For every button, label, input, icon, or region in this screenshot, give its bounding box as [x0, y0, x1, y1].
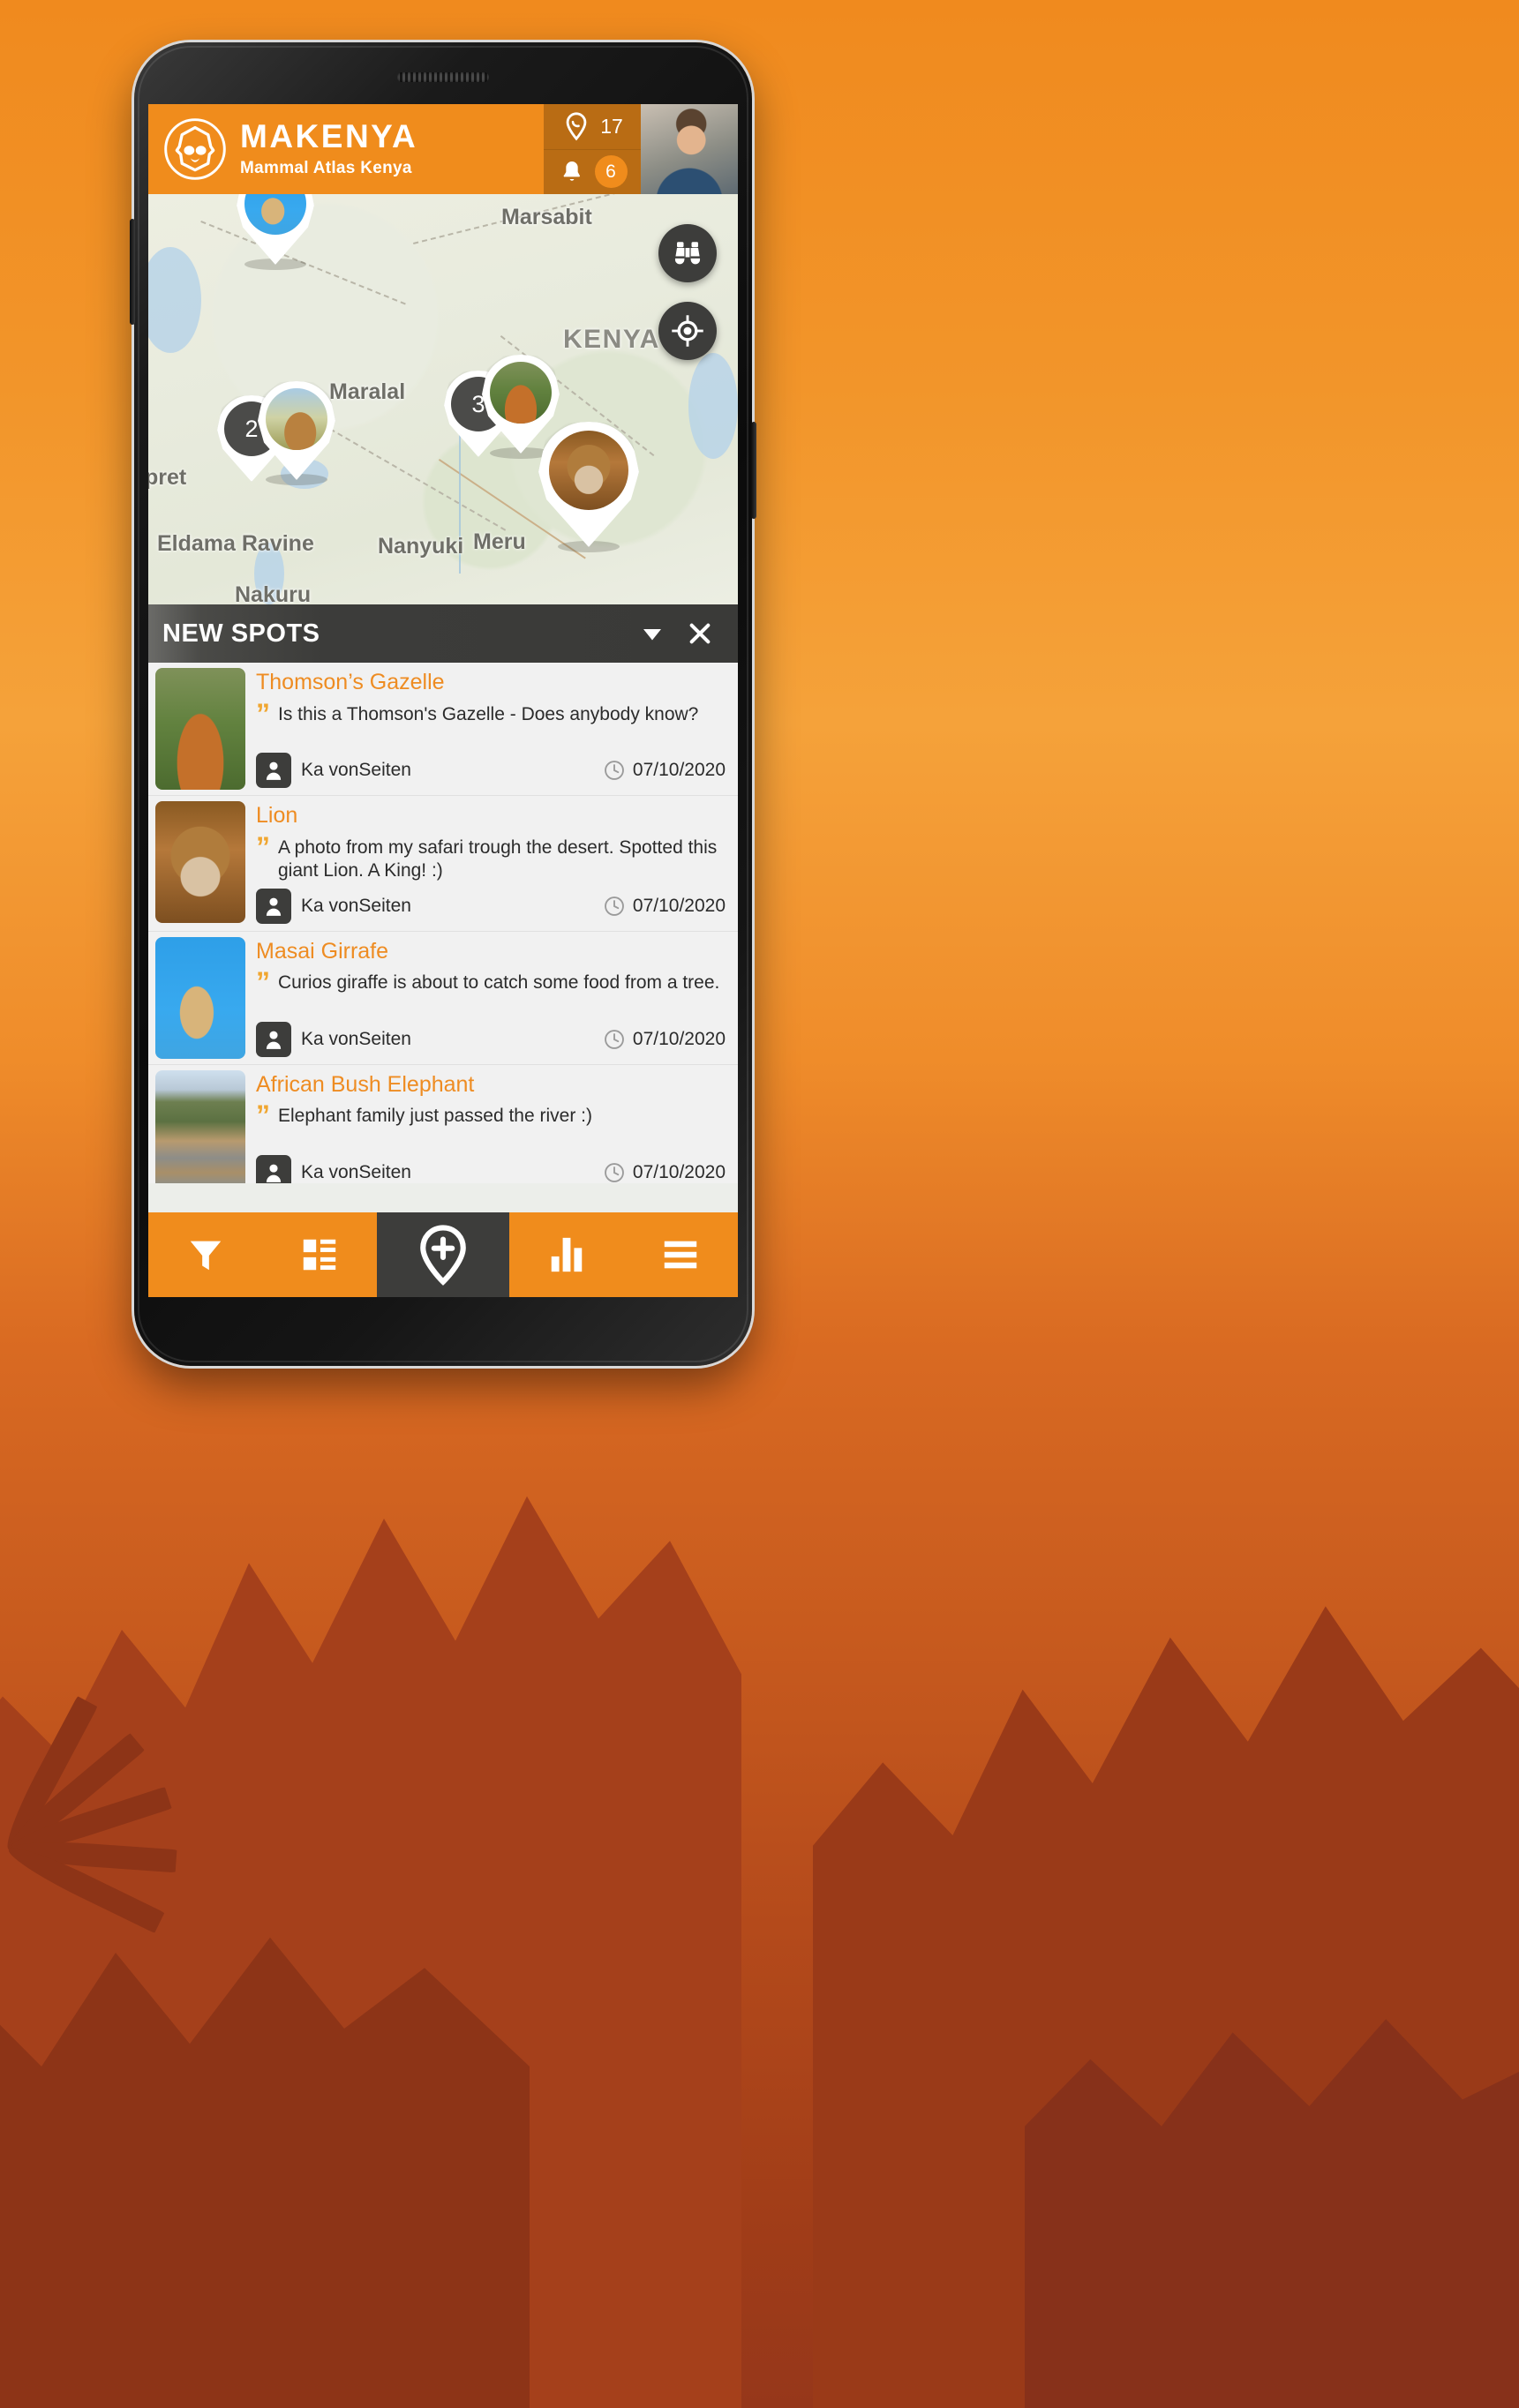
spot-thumbnail[interactable] — [155, 1069, 245, 1183]
spot-user: Ka vonSeiten — [301, 1028, 411, 1049]
locate-me-button[interactable] — [658, 302, 717, 360]
close-x-icon — [689, 623, 711, 644]
map-label: Maralal — [329, 379, 406, 404]
map-marker-giraffe[interactable] — [237, 194, 314, 270]
marker-photo — [266, 388, 327, 450]
bell-icon — [563, 161, 580, 181]
quote-icon: ” — [256, 830, 270, 863]
clock-icon — [605, 1029, 624, 1049]
spots-counter[interactable]: 17 — [544, 104, 641, 149]
quote-icon: ” — [256, 1099, 270, 1132]
map-marker-lion[interactable] — [538, 422, 639, 552]
panel-title: NEW SPOTS — [162, 619, 320, 648]
map-label: KENYA — [563, 325, 660, 354]
map-label: pret — [148, 465, 187, 490]
spot-date: 07/10/2020 — [632, 1028, 726, 1049]
spot-list-item[interactable]: Lion” A photo from my safari trough the d… — [148, 796, 738, 932]
phone-screen: MAKENYA Mammal Atlas Kenya 17 6 Marsabit… — [148, 104, 738, 1297]
spot-list-item[interactable]: African Bush Elephant” Elephant family ju… — [148, 1064, 738, 1183]
spot-date: 07/10/2020 — [632, 760, 726, 780]
spot-list-item[interactable]: Thomson’s Gazelle ” Is this a Thomson's Ga… — [148, 663, 738, 796]
clock-icon — [605, 761, 624, 780]
spot-thumbnail[interactable] — [155, 668, 245, 790]
brand-area[interactable]: MAKENYA Mammal Atlas Kenya — [148, 104, 544, 194]
spot-text: A photo from my safari trough the desert… — [278, 836, 718, 881]
avatar[interactable] — [641, 104, 738, 194]
clock-icon — [605, 896, 624, 916]
spot-text: Is this a Thomson's Gazelle - Does anybo… — [278, 703, 699, 724]
volume-button[interactable] — [130, 219, 135, 325]
spot-list-item[interactable]: Masai Girrafe” Curios giraffe is about to… — [148, 931, 738, 1065]
locate-target-icon — [672, 315, 703, 347]
earpiece-speaker — [397, 72, 489, 82]
collapse-panel-button[interactable] — [628, 610, 676, 657]
spot-thumbnail[interactable] — [155, 936, 245, 1059]
user-avatar-icon — [256, 1021, 291, 1057]
header-counters: 17 6 — [544, 104, 641, 194]
map-marker-antelope[interactable] — [258, 381, 335, 485]
add-spot-pin-icon — [420, 1225, 466, 1286]
spot-time: 07/10/2020 — [603, 1161, 726, 1183]
palm-leaves — [0, 1508, 203, 1933]
map-label: Marsabit — [501, 205, 592, 229]
map-label: Meru — [473, 529, 526, 554]
notifications-counter[interactable]: 6 — [544, 148, 641, 195]
list-grid-icon — [304, 1239, 336, 1271]
map-view[interactable]: Marsabit KENYA Maralal Nanyuki Meru Eldama Ra… — [148, 194, 738, 604]
spot-title: African Bush Elephant — [256, 1071, 475, 1097]
nav-filter[interactable] — [148, 1212, 263, 1297]
spot-time: 07/10/2020 — [603, 759, 726, 782]
map-pin-icon — [566, 112, 587, 141]
nav-statistics[interactable] — [509, 1212, 624, 1297]
spot-text: Curios giraffe is about to catch some fo… — [278, 972, 720, 994]
app-title: MAKENYA — [240, 118, 418, 154]
spot-user: Ka vonSeiten — [301, 760, 411, 780]
power-button[interactable] — [751, 422, 756, 519]
marker-photo — [549, 431, 628, 510]
user-avatar-icon — [256, 888, 291, 924]
spot-text: Elephant family just passed the river :) — [278, 1106, 592, 1127]
close-panel-button[interactable] — [676, 610, 724, 657]
spot-title: Lion — [256, 803, 298, 828]
spot-date: 07/10/2020 — [632, 895, 726, 916]
filter-funnel-icon — [190, 1241, 221, 1271]
phone-device: MAKENYA Mammal Atlas Kenya 17 6 Marsabit… — [130, 42, 756, 1366]
background-scene: MAKENYA Mammal Atlas Kenya 17 6 Marsabit… — [0, 0, 1519, 2408]
spot-time: 07/10/2020 — [603, 1028, 726, 1051]
quote-icon: ” — [256, 697, 270, 730]
notifications-badge: 6 — [594, 155, 628, 189]
map-label: Nanyuki — [378, 534, 464, 559]
nav-menu[interactable] — [624, 1212, 739, 1297]
clock-icon — [605, 1162, 624, 1182]
spot-date: 07/10/2020 — [632, 1161, 726, 1182]
binoculars-icon — [674, 242, 701, 265]
explore-button[interactable] — [658, 224, 717, 282]
spot-title: Thomson’s Gazelle — [256, 670, 445, 694]
new-spots-header: NEW SPOTS — [148, 604, 738, 663]
app-subtitle: Mammal Atlas Kenya — [240, 159, 412, 177]
map-label: Nakuru — [235, 582, 312, 604]
app-header: MAKENYA Mammal Atlas Kenya 17 6 — [148, 104, 738, 194]
lion-head-icon — [164, 118, 226, 180]
quote-icon: ” — [256, 966, 270, 999]
spot-title: Masai Girrafe — [256, 938, 389, 964]
spot-user: Ka vonSeiten — [301, 895, 411, 916]
map-label: Eldama Ravine — [157, 531, 314, 556]
bottom-navigation — [148, 1212, 738, 1297]
chevron-down-icon — [643, 629, 661, 641]
user-avatar-icon — [256, 1154, 291, 1183]
user-avatar-icon — [256, 753, 291, 788]
nav-add-spot[interactable] — [377, 1212, 509, 1297]
spot-user: Ka vonSeiten — [301, 1161, 411, 1182]
new-spots-list[interactable]: Thomson’s Gazelle ” Is this a Thomson's Ga… — [148, 663, 738, 1183]
marker-photo — [490, 362, 552, 424]
bar-chart-icon — [551, 1237, 582, 1272]
hamburger-menu-icon — [665, 1241, 697, 1269]
spots-count: 17 — [600, 114, 623, 138]
spot-time: 07/10/2020 — [603, 895, 726, 918]
nav-list[interactable] — [263, 1212, 378, 1297]
spot-thumbnail[interactable] — [155, 801, 245, 923]
